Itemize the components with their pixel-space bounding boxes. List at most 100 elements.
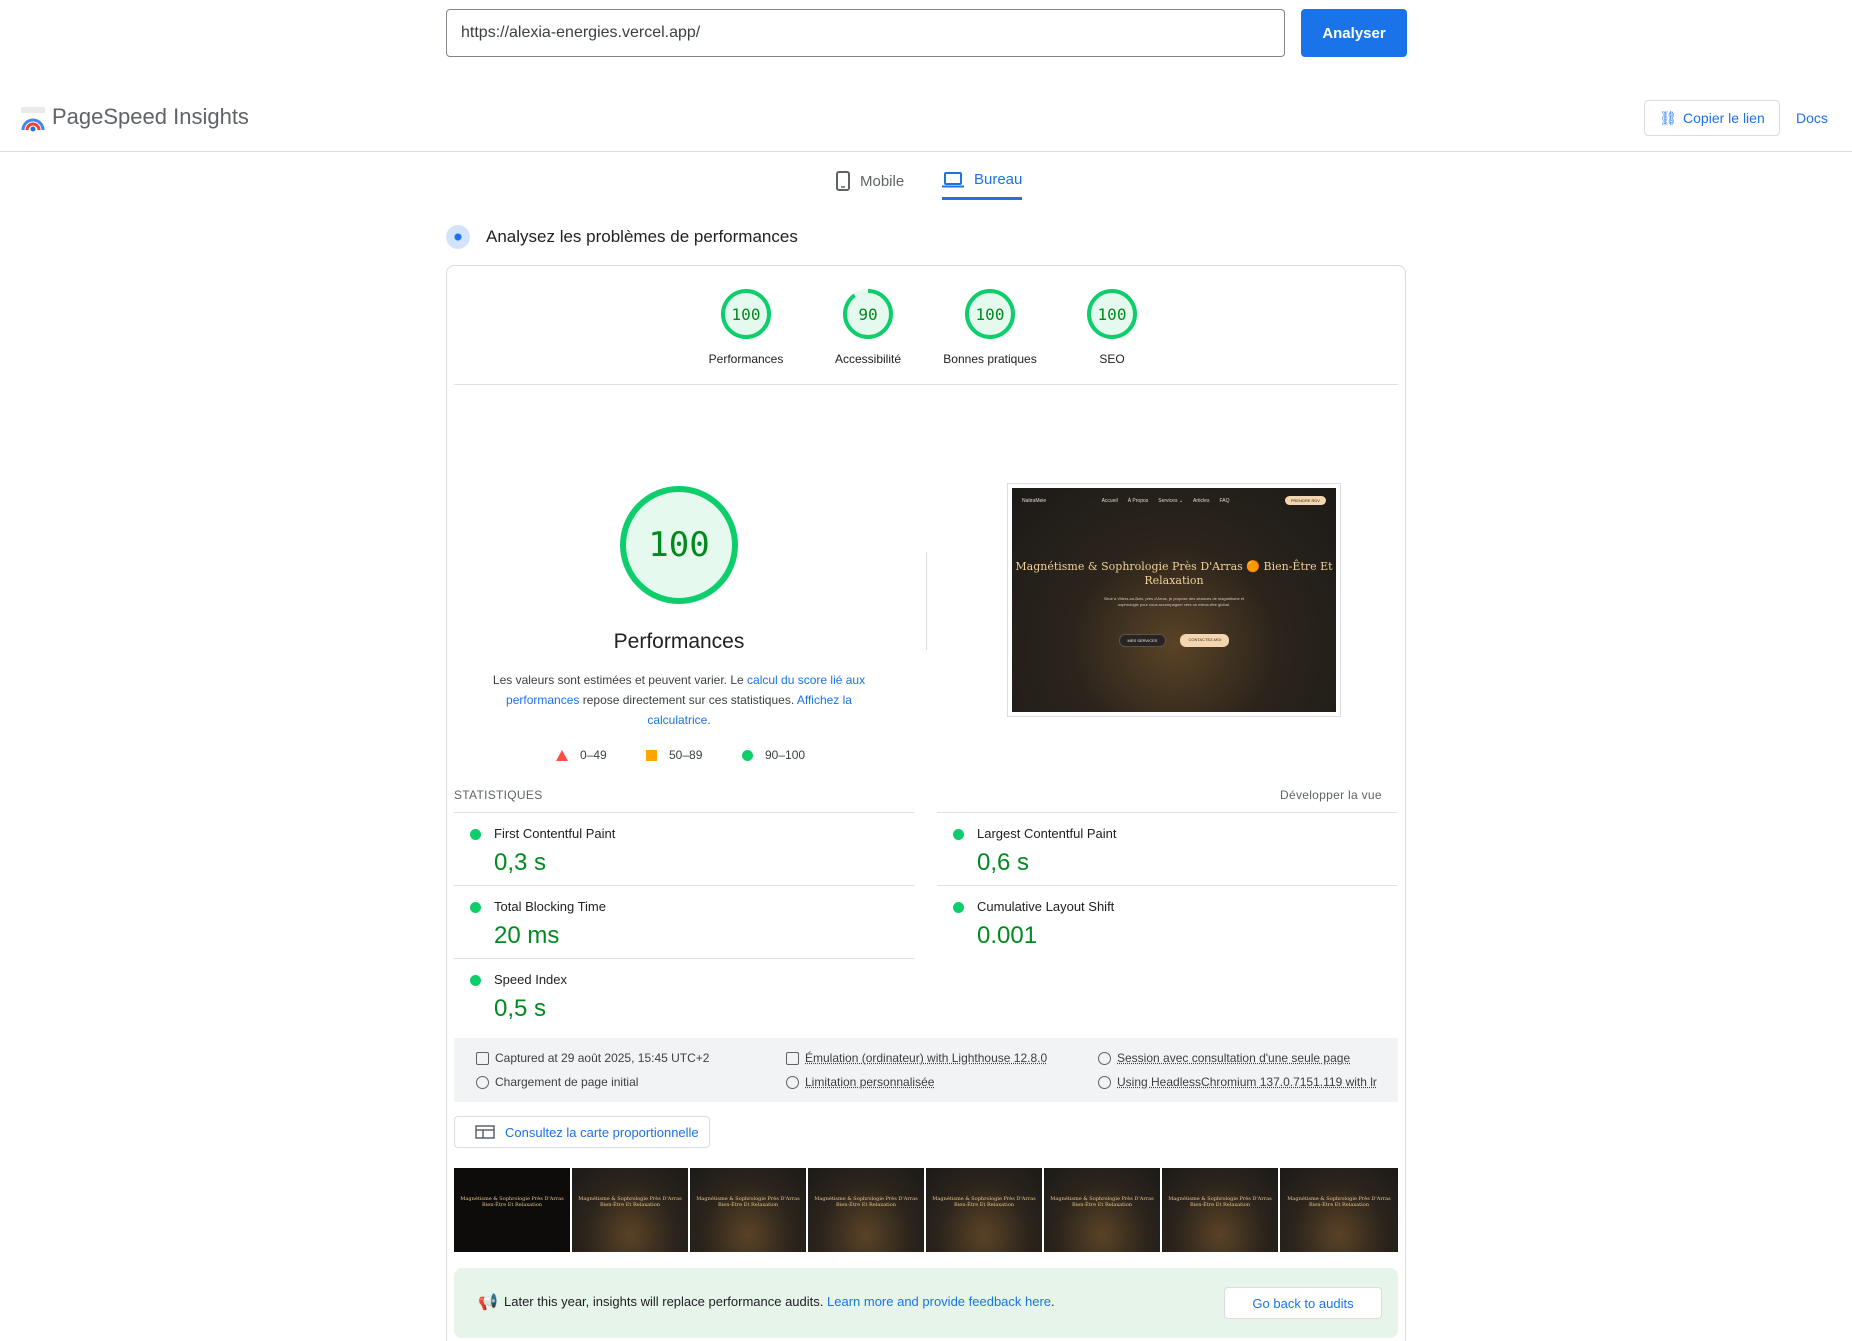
screenshot-heading: Magnétisme & Sophrologie Près D'Arras 🟠 … xyxy=(1015,560,1333,587)
filmstrip-frame: Magnétisme & Sophrologie Près D'Arras Bi… xyxy=(690,1168,808,1252)
tab-mobile[interactable]: Mobile xyxy=(836,162,904,200)
screenshot-nav: NatiraMeie Accueil À Propos Services ⌄ A… xyxy=(1022,496,1326,505)
legend-average-label: 50–89 xyxy=(669,748,703,762)
screenshot-button-contact: CONTACTEZ-MOI xyxy=(1180,634,1230,647)
throttling-label: Limitation personnalisée xyxy=(805,1075,935,1089)
legend-pass-label: 90–100 xyxy=(765,748,806,762)
throttling-info[interactable]: Limitation personnalisée xyxy=(786,1075,934,1089)
calendar-icon xyxy=(476,1051,489,1065)
docs-link[interactable]: Docs xyxy=(1796,110,1828,126)
gauge-score: 100 xyxy=(1097,304,1127,324)
metric-name: Total Blocking Time xyxy=(494,899,606,914)
browser-label: Using HeadlessChromium 137.0.7151.119 wi… xyxy=(1117,1075,1377,1089)
gauge-score: 90 xyxy=(858,304,878,324)
legend-pass: 90–100 xyxy=(742,748,805,762)
filmstrip-frame: Magnétisme & Sophrologie Près D'Arras Bi… xyxy=(572,1168,690,1252)
performance-title: Performances xyxy=(613,630,745,653)
metric-value: 0,5 s xyxy=(494,995,547,1022)
metric-name: Speed Index xyxy=(494,972,568,987)
tab-desktop[interactable]: Bureau xyxy=(942,162,1023,200)
score-gauge-accessibilit-[interactable]: 90 Accessibilité xyxy=(808,288,928,366)
description-text-2: repose directement sur ces statistiques. xyxy=(579,693,797,707)
gauge-label: Performances xyxy=(708,352,784,366)
notice-message: Later this year, insights will replace p… xyxy=(504,1294,827,1309)
gauge-ring: 100 xyxy=(720,288,772,340)
filmstrip: Magnétisme & Sophrologie Près D'Arras Bi… xyxy=(454,1168,1398,1252)
gauge-label: SEO xyxy=(1099,352,1125,366)
tab-mobile-label: Mobile xyxy=(860,172,905,190)
legend-fail: 0–49 xyxy=(556,748,607,762)
insights-notice: 📢 Later this year, insights will replace… xyxy=(454,1268,1398,1338)
go-back-to-audits-button[interactable]: Go back to audits xyxy=(1224,1287,1382,1319)
analyze-button[interactable]: Analyser xyxy=(1301,9,1407,57)
pass-dot-icon xyxy=(953,902,964,913)
pass-dot-icon xyxy=(470,975,481,986)
stopwatch-icon xyxy=(476,1075,489,1089)
copy-link-label: Copier le lien xyxy=(1683,110,1765,126)
gauge-score: 100 xyxy=(731,304,761,324)
session-label: Session avec consultation d'une seule pa… xyxy=(1117,1051,1351,1065)
metric-value: 0.001 xyxy=(977,922,1038,949)
gauge-ring: 100 xyxy=(1086,288,1138,340)
url-input[interactable]: https://alexia-energies.vercel.app/ xyxy=(446,9,1285,57)
filmstrip-frame: Magnétisme & Sophrologie Près D'Arras Bi… xyxy=(926,1168,1044,1252)
vertical-divider xyxy=(926,552,927,650)
expand-view-toggle[interactable]: Développer la vue xyxy=(1280,788,1382,802)
score-gauge-performances[interactable]: 100 Performances xyxy=(686,288,806,366)
performance-description: Les valeurs sont estimées et peuvent var… xyxy=(490,670,868,730)
screenshot-paragraph: Situé à Villers-au-Bois, près d'Arras, j… xyxy=(1103,596,1245,607)
frame-caption: Magnétisme & Sophrologie Près D'Arras Bi… xyxy=(1168,1196,1272,1208)
feedback-link[interactable]: Learn more and provide feedback here xyxy=(827,1294,1051,1309)
screenshot-cta: PRENDRE RDV xyxy=(1284,496,1326,505)
screenshot-buttons: MES SERVICES CONTACTEZ-MOI xyxy=(1012,634,1336,647)
browser-info[interactable]: Using HeadlessChromium 137.0.7151.119 wi… xyxy=(1098,1075,1390,1089)
frame-caption: Magnétisme & Sophrologie Près D'Arras Bi… xyxy=(1287,1196,1391,1208)
notice-text: Later this year, insights will replace p… xyxy=(504,1294,1055,1309)
filmstrip-frame: Magnétisme & Sophrologie Près D'Arras Bi… xyxy=(1044,1168,1162,1252)
treemap-button[interactable]: Consultez la carte proportionnelle xyxy=(454,1116,710,1148)
legend-fail-label: 0–49 xyxy=(580,748,607,762)
score-gauge-bonnes-pratiques[interactable]: 100 Bonnes pratiques xyxy=(930,288,1050,366)
frame-caption: Magnétisme & Sophrologie Près D'Arras Bi… xyxy=(814,1196,918,1208)
url-value: https://alexia-energies.vercel.app/ xyxy=(461,24,701,41)
screenshot-nav-item: FAQ xyxy=(1219,497,1230,504)
chrome-icon xyxy=(1098,1075,1111,1089)
screenshot-brand: NatiraMeie xyxy=(1022,497,1047,504)
emulation-label: Émulation (ordinateur) with Lighthouse 1… xyxy=(805,1051,1048,1065)
metric-value: 0,3 s xyxy=(494,849,547,876)
pass-dot-icon xyxy=(470,902,481,913)
screenshot-nav-item: Accueil xyxy=(1101,497,1118,504)
captured-at-label: Captured at 29 août 2025, 15:45 UTC+2 xyxy=(495,1051,710,1065)
emulation-info[interactable]: Émulation (ordinateur) with Lighthouse 1… xyxy=(786,1051,1047,1065)
screenshot-nav-item: Articles xyxy=(1193,497,1210,504)
performance-section-icon xyxy=(446,225,470,249)
gauge-score: 100 xyxy=(975,304,1005,324)
frame-caption: Magnétisme & Sophrologie Près D'Arras Bi… xyxy=(696,1196,800,1208)
final-screenshot[interactable]: NatiraMeie Accueil À Propos Services ⌄ A… xyxy=(1007,483,1341,717)
link-icon: ⛓ xyxy=(1659,109,1678,126)
filmstrip-frame: Magnétisme & Sophrologie Près D'Arras Bi… xyxy=(454,1168,572,1252)
pass-dot-icon xyxy=(470,829,481,840)
filmstrip-frame: Magnétisme & Sophrologie Près D'Arras Bi… xyxy=(1280,1168,1398,1252)
screenshot-nav-links: Accueil À Propos Services ⌄ Articles FAQ xyxy=(1102,498,1230,504)
metric-fcp: First Contentful Paint 0,3 s xyxy=(454,812,914,885)
section-title: Analysez les problèmes de performances xyxy=(486,227,798,246)
app-header: PageSpeed Insights ⛓ Copier le lien Docs xyxy=(0,92,1852,152)
frame-caption: Magnétisme & Sophrologie Près D'Arras Bi… xyxy=(1050,1196,1154,1208)
pass-circle-icon xyxy=(742,749,753,761)
gauge-ring: 100 xyxy=(964,288,1016,340)
filmstrip-frame: Magnétisme & Sophrologie Près D'Arras Bi… xyxy=(1162,1168,1280,1252)
metric-name: First Contentful Paint xyxy=(494,826,616,841)
notice-end: . xyxy=(1051,1294,1055,1309)
desktop-icon xyxy=(786,1051,799,1065)
pagespeed-logo-icon xyxy=(21,107,45,132)
treemap-label: Consultez la carte proportionnelle xyxy=(505,1124,699,1140)
metric-lcp: Largest Contentful Paint 0,6 s xyxy=(937,812,1397,885)
copy-link-button[interactable]: ⛓ Copier le lien xyxy=(1644,100,1780,136)
session-info[interactable]: Session avec consultation d'une seule pa… xyxy=(1098,1051,1350,1065)
screenshot-nav-item: À Propos xyxy=(1127,497,1149,504)
description-text-1: Les valeurs sont estimées et peuvent var… xyxy=(492,673,748,687)
metric-value: 20 ms xyxy=(494,922,560,949)
score-gauge-seo[interactable]: 100 SEO xyxy=(1052,288,1172,366)
gauges-divider xyxy=(454,384,1398,385)
